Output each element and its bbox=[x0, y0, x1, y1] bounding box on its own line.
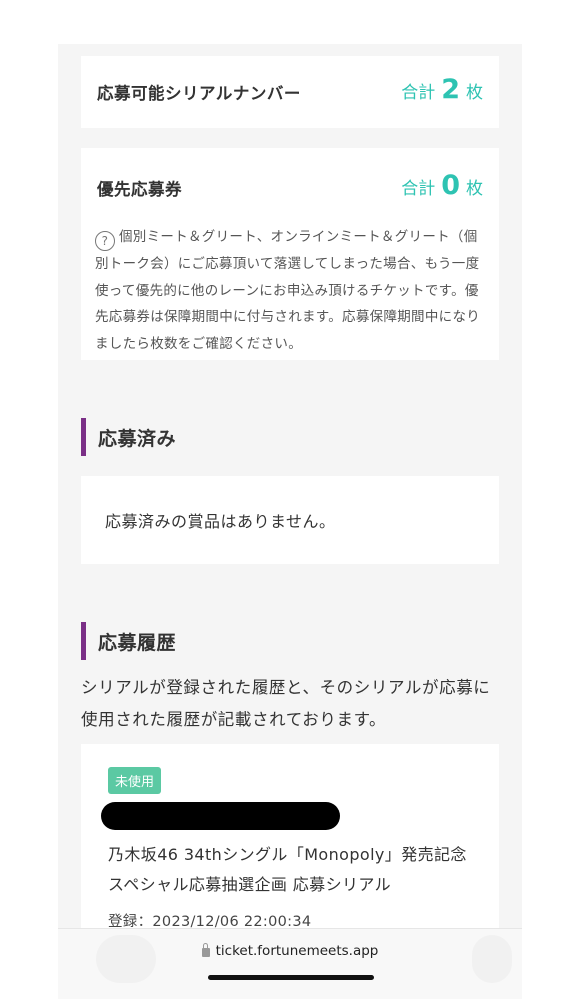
serial-total-label: 合計 bbox=[401, 83, 436, 103]
browser-address-bar[interactable]: ticket.fortunemeets.app bbox=[58, 928, 522, 999]
priority-note: ? 個別ミート＆グリート、オンラインミート＆グリート（個別トーク会）にご応募頂いて… bbox=[95, 224, 487, 357]
history-description: シリアルが登録された履歴と、そのシリアルが応募に使用された履歴が記載されておりま… bbox=[81, 678, 491, 729]
priority-total-label: 合計 bbox=[401, 179, 436, 199]
priority-note-text: 個別ミート＆グリート、オンラインミート＆グリート（個別トーク会）にご応募頂いて落… bbox=[95, 229, 481, 352]
serial-total-count: 2 bbox=[441, 74, 460, 105]
page: 応募可能シリアルナンバー 合計 2 枚 優先応募券 合計 0 枚 ? 個別ミート＆… bbox=[0, 0, 562, 999]
history-heading: 応募履歴 bbox=[81, 622, 176, 660]
help-icon[interactable]: ? bbox=[95, 231, 115, 252]
history-item-card[interactable]: 未使用 乃木坂46 34thシングル「Monopoly」発売記念 スペシャル応募… bbox=[81, 744, 499, 944]
serial-total: 合計 2 枚 bbox=[401, 74, 483, 105]
priority-total: 合計 0 枚 bbox=[401, 170, 483, 201]
history-heading-text: 応募履歴 bbox=[98, 631, 177, 654]
applied-heading: 応募済み bbox=[81, 418, 176, 456]
redaction-mark bbox=[101, 802, 340, 830]
url-display[interactable]: ticket.fortunemeets.app bbox=[58, 943, 522, 959]
applied-card: 応募済みの賞品はありません。 bbox=[81, 476, 499, 564]
priority-ticket-card: 優先応募券 合計 0 枚 ? 個別ミート＆グリート、オンラインミート＆グリート（個… bbox=[81, 148, 499, 360]
history-item-title: 乃木坂46 34thシングル「Monopoly」発売記念 スペシャル応募抽選企画… bbox=[108, 845, 467, 894]
priority-total-unit: 枚 bbox=[466, 179, 483, 199]
priority-ticket-title: 優先応募券 bbox=[97, 180, 182, 199]
serial-total-unit: 枚 bbox=[466, 83, 483, 103]
priority-total-count: 0 bbox=[441, 170, 460, 201]
serial-count-card: 応募可能シリアルナンバー 合計 2 枚 bbox=[81, 56, 499, 128]
url-text: ticket.fortunemeets.app bbox=[215, 943, 379, 959]
applied-empty-text: 応募済みの賞品はありません。 bbox=[105, 512, 336, 531]
status-badge: 未使用 bbox=[108, 767, 162, 794]
serial-count-title: 応募可能シリアルナンバー bbox=[97, 84, 301, 103]
applied-heading-text: 応募済み bbox=[98, 427, 177, 450]
lock-icon bbox=[201, 943, 210, 957]
home-indicator[interactable] bbox=[208, 975, 374, 980]
